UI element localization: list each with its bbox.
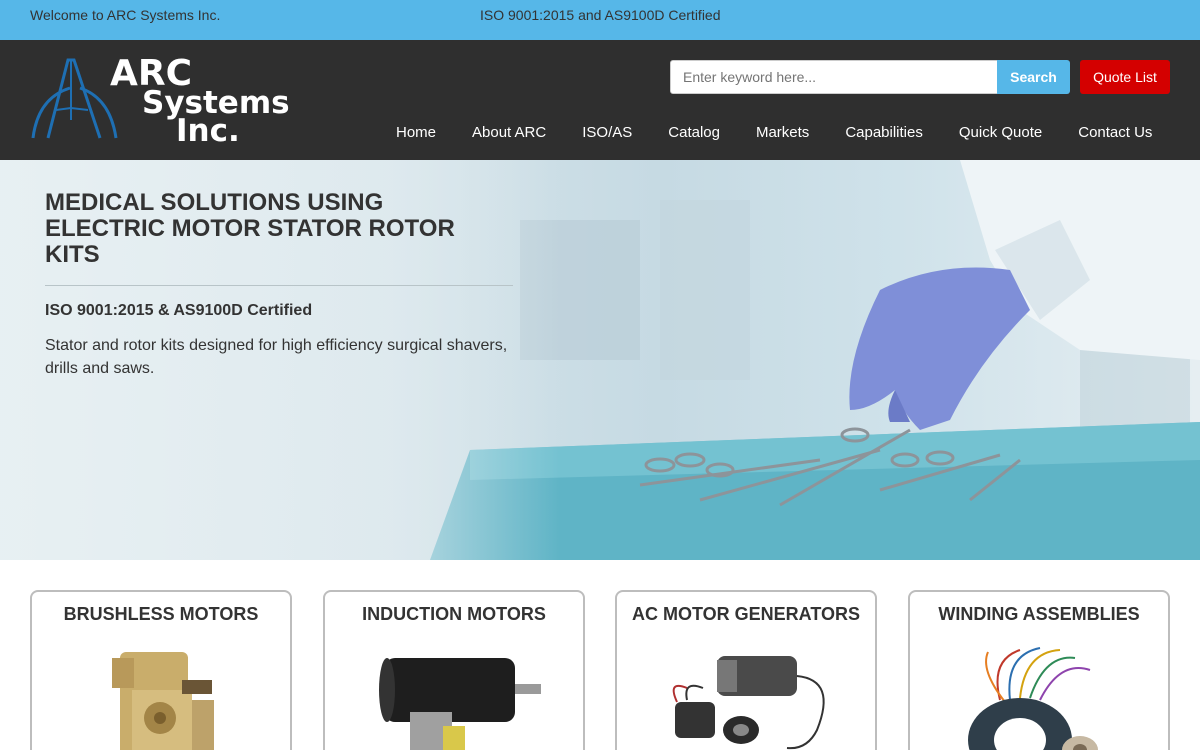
logo-text-inc: Inc. <box>176 113 240 149</box>
certification-text: ISO 9001:2015 and AS9100D Certified <box>480 7 721 23</box>
search-button[interactable]: Search <box>997 60 1070 94</box>
nav-about-arc[interactable]: About ARC <box>454 118 564 147</box>
nav-quick-quote[interactable]: Quick Quote <box>941 118 1060 147</box>
top-bar: Welcome to ARC Systems Inc. ISO 9001:201… <box>0 0 1200 40</box>
product-card-title: INDUCTION MOTORS <box>362 604 546 624</box>
product-card-title: AC MOTOR GENERATORS <box>631 604 860 624</box>
search-input[interactable] <box>670 60 998 94</box>
brushless-motor-image <box>112 652 214 750</box>
hero-description: Stator and rotor kits designed for high … <box>45 337 508 377</box>
nav-catalog[interactable]: Catalog <box>650 118 738 147</box>
nav-iso-as[interactable]: ISO/AS <box>564 118 650 147</box>
hero-title: MEDICAL SOLUTIONS USING ELECTRIC MOTOR S… <box>45 189 455 268</box>
welcome-text: Welcome to ARC Systems Inc. <box>30 7 221 23</box>
nav-capabilities[interactable]: Capabilities <box>827 118 941 147</box>
ac-motor-generator-image <box>672 656 825 750</box>
product-card-ac-motor-generators[interactable]: AC MOTOR GENERATORS <box>615 590 877 750</box>
product-card-title: BRUSHLESS MOTORS <box>63 604 259 624</box>
product-card-brushless-motors[interactable]: BRUSHLESS MOTORS <box>30 590 292 750</box>
winding-assembly-image <box>968 647 1098 750</box>
hero-banner: MEDICAL SOLUTIONS USING ELECTRIC MOTOR S… <box>0 160 1200 560</box>
company-logo[interactable]: ARC Systems Inc. <box>28 50 290 150</box>
hero-divider <box>45 285 513 286</box>
product-card-induction-motors[interactable]: INDUCTION MOTORS <box>323 590 585 750</box>
nav-home[interactable]: Home <box>378 118 454 147</box>
nav-markets[interactable]: Markets <box>738 118 827 147</box>
product-card-winding-assemblies[interactable]: WINDING ASSEMBLIES <box>908 590 1170 750</box>
site-header: ARC Systems Inc. Search Quote List Home … <box>0 40 1200 160</box>
hero-subtitle: ISO 9001:2015 & AS9100D Certified <box>45 302 313 319</box>
induction-motor-image <box>379 658 541 750</box>
nav-contact-us[interactable]: Contact Us <box>1060 118 1170 147</box>
main-nav: Home About ARC ISO/AS Catalog Markets Ca… <box>378 118 1170 147</box>
product-card-title: WINDING ASSEMBLIES <box>938 604 1140 624</box>
search-bar: Search <box>670 60 1070 94</box>
quote-list-button[interactable]: Quote List <box>1080 60 1170 94</box>
